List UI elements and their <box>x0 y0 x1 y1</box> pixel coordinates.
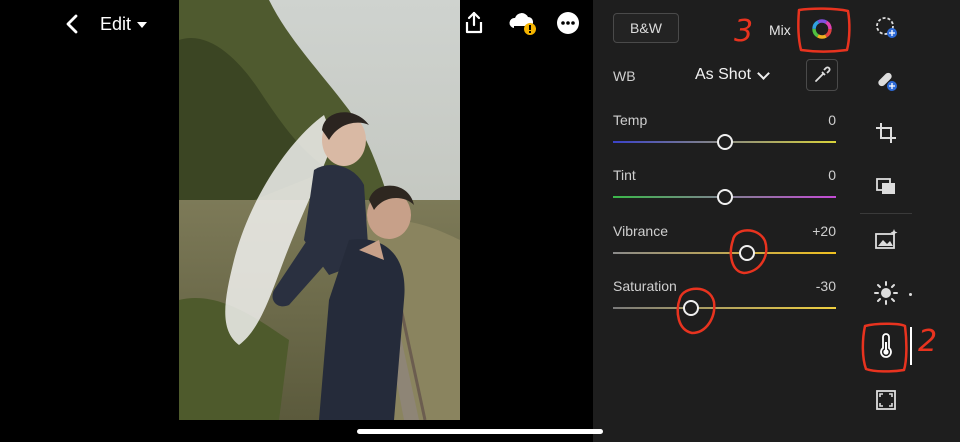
tool-presets[interactable] <box>870 170 902 202</box>
chevron-down-icon <box>757 66 770 80</box>
color-thermometer-icon <box>880 333 892 358</box>
slider-label: Tint <box>613 167 636 183</box>
slider-value: -30 <box>815 278 836 294</box>
presets-icon <box>876 178 895 194</box>
crop-icon <box>876 123 896 143</box>
tool-color[interactable] <box>870 330 902 362</box>
healing-icon <box>878 72 897 91</box>
edit-label: Edit <box>100 13 132 34</box>
color-mix-button[interactable] <box>802 10 842 48</box>
color-wheel-icon <box>812 19 832 39</box>
white-balance-dropdown[interactable]: As Shot <box>695 66 770 84</box>
edit-panel <box>593 0 960 442</box>
caret-down-icon <box>137 22 148 28</box>
more-icon <box>557 12 579 34</box>
eyedropper-icon <box>815 66 831 82</box>
back-button[interactable] <box>60 10 86 38</box>
tool-divider <box>860 213 912 214</box>
effects-icon <box>876 390 896 410</box>
slider-value: 0 <box>828 112 836 128</box>
black-white-button[interactable]: B&W <box>613 13 679 43</box>
slider-thumb[interactable] <box>738 245 755 261</box>
edit-menu[interactable]: Edit <box>100 10 148 38</box>
active-tool-indicator <box>910 327 912 365</box>
tool-auto[interactable] <box>870 224 902 256</box>
home-indicator <box>357 429 603 434</box>
slider-thumb[interactable] <box>716 134 733 150</box>
couple-wedding-photo <box>179 0 460 420</box>
tool-light[interactable] <box>870 277 902 309</box>
tool-crop[interactable] <box>870 117 902 149</box>
photo-canvas[interactable] <box>179 0 460 420</box>
annotation-number-2: 2 <box>918 324 938 359</box>
annotation-number-3: 3 <box>734 14 754 49</box>
selective-edit-icon <box>876 17 897 38</box>
light-indicator-dot <box>909 293 912 296</box>
white-balance-label: WB <box>613 68 636 84</box>
cloud-sync-warning-icon <box>509 13 536 35</box>
cloud-sync-button[interactable] <box>506 8 540 38</box>
auto-icon <box>875 229 898 249</box>
slider-label: Saturation <box>613 278 677 294</box>
tool-selective[interactable] <box>870 11 902 43</box>
share-icon <box>465 11 483 34</box>
mix-label: Mix <box>769 22 791 38</box>
slider-thumb[interactable] <box>683 300 700 316</box>
slider-track[interactable] <box>613 307 836 309</box>
slider-track[interactable] <box>613 252 836 254</box>
slider-label: Vibrance <box>613 223 669 239</box>
share-button[interactable] <box>459 8 489 38</box>
tool-healing[interactable] <box>870 64 902 96</box>
chevron-left-icon <box>66 14 78 34</box>
eyedropper-button[interactable] <box>806 59 838 91</box>
light-icon <box>874 281 898 305</box>
more-button[interactable] <box>553 8 583 38</box>
white-balance-value: As Shot <box>695 66 752 83</box>
slider-value: 0 <box>828 167 836 183</box>
slider-thumb[interactable] <box>716 189 733 205</box>
tool-effects[interactable] <box>870 384 902 416</box>
slider-value: +20 <box>812 223 836 239</box>
slider-label: Temp <box>613 112 648 128</box>
